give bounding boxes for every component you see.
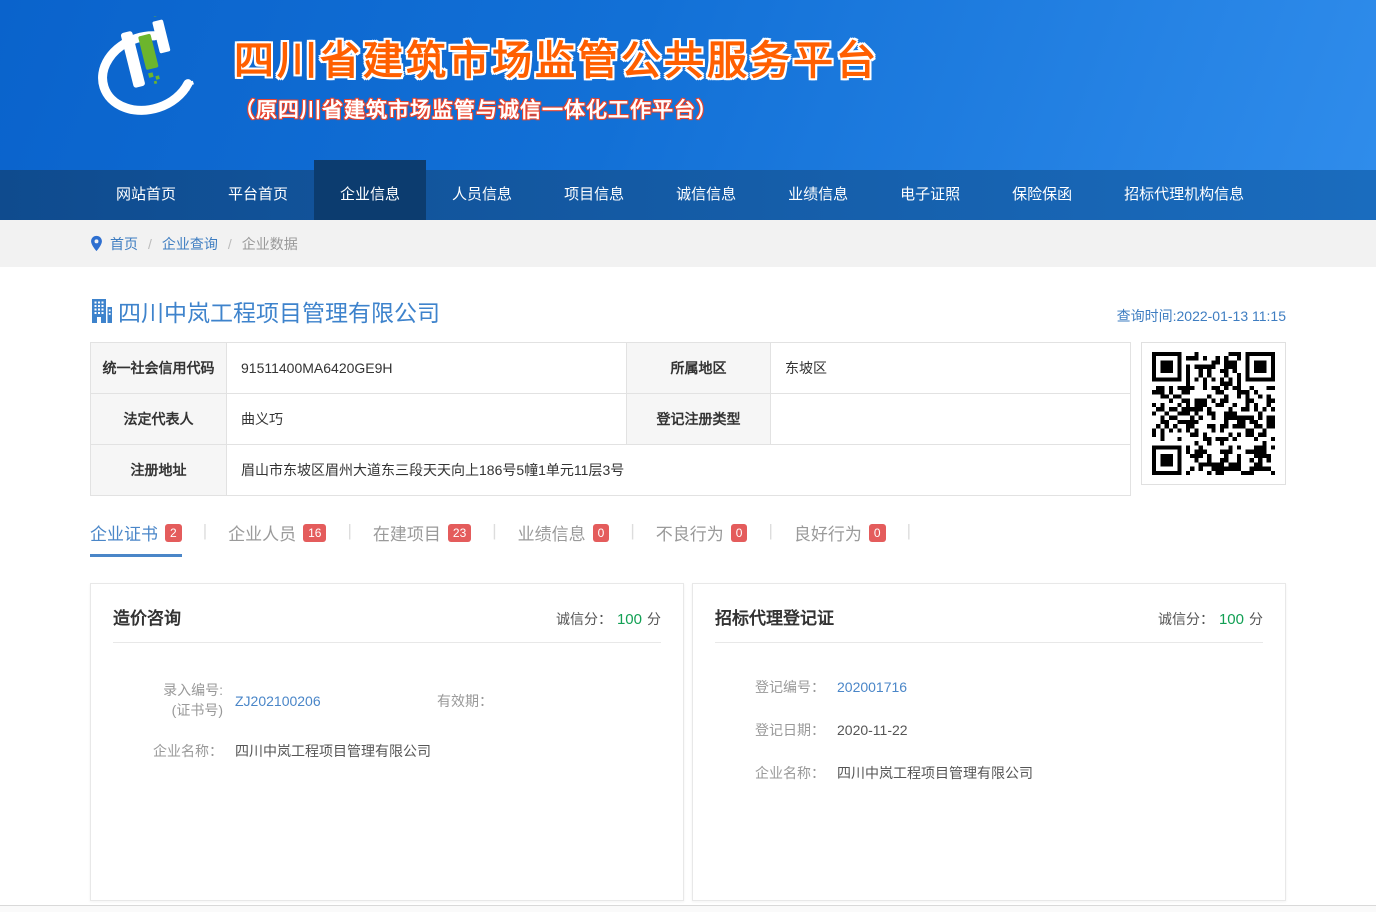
registration-number-label: 登记编号： — [715, 677, 825, 697]
company-info-section: 统一社会信用代码 91511400MA6420GE9H 所属地区 东坡区 法定代… — [90, 342, 1286, 496]
nav-item-bidding-agency-info[interactable]: 招标代理机构信息 — [1098, 170, 1270, 220]
tab-separator: | — [630, 520, 634, 541]
credit-code-value: 91511400MA6420GE9H — [227, 343, 627, 394]
nav-item-e-certificates[interactable]: 电子证照 — [874, 170, 986, 220]
nav-item-performance-info[interactable]: 业绩信息 — [762, 170, 874, 220]
legal-rep-value: 曲义巧 — [227, 394, 627, 445]
breadcrumb-separator: / — [228, 236, 232, 252]
certificate-number-link[interactable]: ZJ202100206 — [235, 693, 395, 709]
credit-code-label: 统一社会信用代码 — [91, 343, 227, 394]
breadcrumb-home[interactable]: 首页 — [110, 234, 138, 254]
nav-item-project-info[interactable]: 项目信息 — [538, 170, 650, 220]
score-label: 诚信分： — [556, 611, 612, 627]
company-info-table: 统一社会信用代码 91511400MA6420GE9H 所属地区 东坡区 法定代… — [90, 342, 1131, 496]
company-name-label: 企业名称： — [113, 741, 223, 761]
nav-item-site-home[interactable]: 网站首页 — [90, 170, 202, 220]
legal-rep-label: 法定代表人 — [91, 394, 227, 445]
score-unit: 分 — [647, 611, 661, 627]
tab-label: 在建项目 — [373, 520, 441, 545]
cost-consulting-card: 造价咨询 诚信分： 100 分 录入编号: (证书号) ZJ202100206 有效… — [90, 583, 684, 901]
tab-separator: | — [492, 520, 496, 541]
nav-item-platform-home[interactable]: 平台首页 — [202, 170, 314, 220]
breadcrumb-bar: 首页 / 企业查询 / 企业数据 — [0, 220, 1376, 267]
building-icon — [90, 298, 114, 324]
company-name-value: 四川中岚工程项目管理有限公司 — [235, 741, 431, 761]
tab-label: 业绩信息 — [518, 520, 586, 545]
breadcrumb-enterprise-query[interactable]: 企业查询 — [162, 234, 218, 254]
tab-label: 良好行为 — [794, 520, 862, 545]
tab-separator: | — [768, 520, 772, 541]
breadcrumb-separator: / — [148, 236, 152, 252]
breadcrumb-enterprise-data: 企业数据 — [242, 234, 298, 254]
main-content: 四川中岚工程项目管理有限公司 查询时间:2022-01-13 11:15 统一社… — [90, 267, 1286, 901]
reg-type-value — [771, 394, 1131, 445]
registration-date-value: 2020-11-22 — [837, 722, 908, 738]
tab-count-badge: 2 — [165, 524, 182, 542]
card-title: 招标代理登记证 — [715, 604, 834, 629]
location-pin-icon — [90, 235, 103, 252]
nav-item-personnel-info[interactable]: 人员信息 — [426, 170, 538, 220]
tab-bad-behavior[interactable]: 不良行为 0 — [656, 520, 748, 557]
tab-enterprise-personnel[interactable]: 企业人员 16 — [228, 520, 326, 557]
tab-label: 不良行为 — [656, 520, 724, 545]
address-value: 眉山市东坡区眉州大道东三段天天向上186号5幢1单元11层3号 — [227, 445, 1131, 496]
card-title: 造价咨询 — [113, 604, 181, 629]
tab-bar: 企业证书 2 | 企业人员 16 | 在建项目 23 | 业绩信息 0 | 不良… — [90, 520, 1286, 557]
tab-performance-info[interactable]: 业绩信息 0 — [518, 520, 610, 557]
platform-logo-icon — [90, 16, 208, 122]
company-name: 四川中岚工程项目管理有限公司 — [118, 294, 440, 328]
certificate-cards: 造价咨询 诚信分： 100 分 录入编号: (证书号) ZJ202100206 有效… — [90, 583, 1286, 901]
address-label: 注册地址 — [91, 445, 227, 496]
query-time: 查询时间:2022-01-13 11:15 — [1117, 306, 1286, 328]
nav-item-insurance-guarantee[interactable]: 保险保函 — [986, 170, 1098, 220]
entry-number-label: 录入编号: (证书号) — [113, 681, 223, 720]
integrity-score: 诚信分： 100 分 — [1158, 609, 1263, 629]
score-value: 100 — [617, 611, 642, 628]
site-title: 四川省建筑市场监管公共服务平台 — [234, 28, 879, 86]
tab-count-badge: 16 — [303, 524, 326, 542]
tab-count-badge: 0 — [869, 524, 886, 542]
tab-count-badge: 0 — [593, 524, 610, 542]
reg-type-label: 登记注册类型 — [627, 394, 771, 445]
bidding-agency-card: 招标代理登记证 诚信分： 100 分 登记编号： 202001716 登记日期： 2… — [692, 583, 1286, 901]
company-header-row: 四川中岚工程项目管理有限公司 查询时间:2022-01-13 11:15 — [90, 294, 1286, 328]
qr-code-box — [1141, 342, 1286, 485]
tab-separator: | — [907, 520, 911, 541]
region-value: 东坡区 — [771, 343, 1131, 394]
site-subtitle: （原四川省建筑市场监管与诚信一体化工作平台） — [234, 94, 879, 124]
tab-good-behavior[interactable]: 良好行为 0 — [794, 520, 886, 557]
company-name-label: 企业名称： — [715, 763, 825, 783]
tab-count-badge: 0 — [731, 524, 748, 542]
tab-label: 企业证书 — [90, 520, 158, 545]
tab-projects-under-construction[interactable]: 在建项目 23 — [373, 520, 471, 557]
footer-divider — [0, 905, 1376, 912]
breadcrumb: 首页 / 企业查询 / 企业数据 — [90, 220, 1286, 267]
score-value: 100 — [1219, 611, 1244, 628]
registration-date-label: 登记日期： — [715, 720, 825, 740]
tab-enterprise-certificates[interactable]: 企业证书 2 — [90, 520, 182, 557]
validity-label: 有效期： — [437, 691, 493, 711]
tab-label: 企业人员 — [228, 520, 296, 545]
qr-code — [1152, 352, 1275, 475]
registration-number-link[interactable]: 202001716 — [837, 679, 997, 695]
site-header: 四川省建筑市场监管公共服务平台 （原四川省建筑市场监管与诚信一体化工作平台） — [0, 0, 1376, 170]
integrity-score: 诚信分： 100 分 — [556, 609, 661, 629]
tab-separator: | — [203, 520, 207, 541]
main-nav: 网站首页 平台首页 企业信息 人员信息 项目信息 诚信信息 业绩信息 电子证照 … — [0, 170, 1376, 220]
region-label: 所属地区 — [627, 343, 771, 394]
score-label: 诚信分： — [1158, 611, 1214, 627]
company-name-value: 四川中岚工程项目管理有限公司 — [837, 763, 1033, 783]
tab-separator: | — [347, 520, 351, 541]
nav-item-integrity-info[interactable]: 诚信信息 — [650, 170, 762, 220]
nav-item-enterprise-info[interactable]: 企业信息 — [314, 160, 426, 220]
tab-count-badge: 23 — [448, 524, 471, 542]
score-unit: 分 — [1249, 611, 1263, 627]
